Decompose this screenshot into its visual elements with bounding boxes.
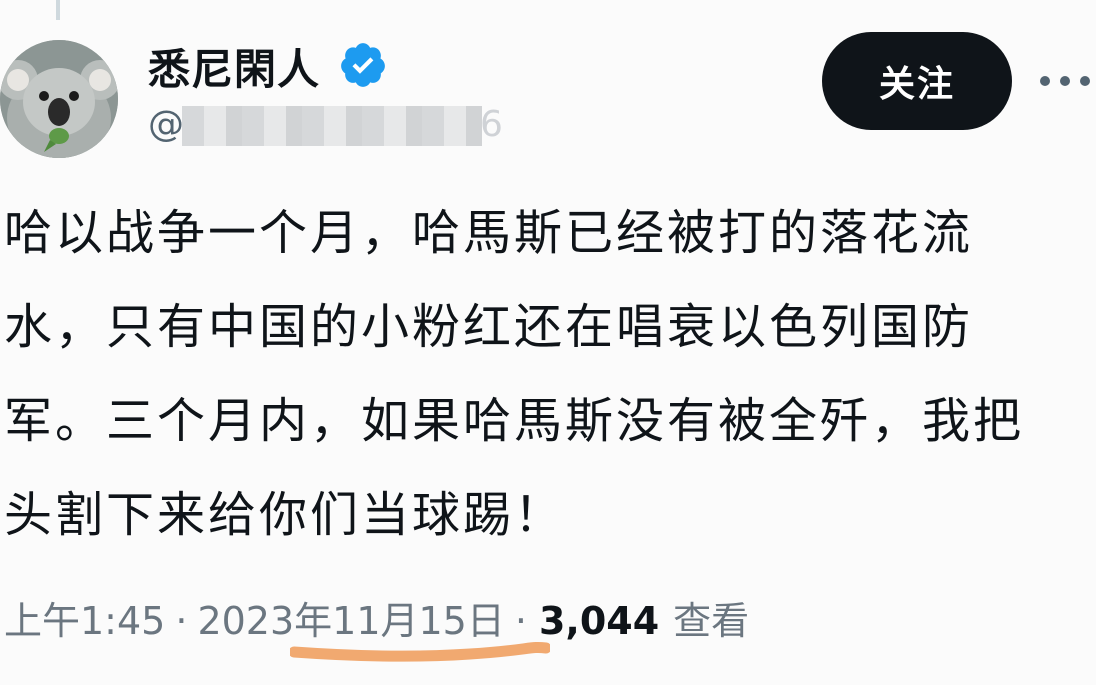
handle-at-sign: @: [148, 104, 184, 145]
tweet-text: 哈以战争一个月，哈馬斯已经被打的落花流 水，只有中国的小粉红还在唱衰以色列国防 …: [4, 186, 1084, 562]
highlight-underline-annotation: [290, 641, 550, 662]
ellipsis-dot: [1040, 76, 1050, 86]
meta-separator: ·: [175, 599, 188, 643]
more-options-ellipsis-icon[interactable]: [1040, 70, 1090, 92]
post-time[interactable]: 上午1:45: [4, 590, 165, 645]
tweet-text-line: 哈以战争一个月，哈馬斯已经被打的落花流: [4, 205, 974, 261]
follow-button[interactable]: 关注: [822, 32, 1012, 130]
tweet-text-line: 军。三个月内，如果哈馬斯没有被全歼，我把: [4, 393, 1025, 449]
ellipsis-dot: [1060, 76, 1070, 86]
avatar[interactable]: [0, 40, 118, 158]
handle-visible-tail: 6: [480, 104, 503, 145]
views-count[interactable]: 3,044: [539, 599, 659, 643]
handle-redaction-blur: [182, 106, 482, 146]
views-label[interactable]: 查看: [673, 590, 749, 645]
tweet-screenshot: 悉尼閑人 @ 6 关注 哈以战争一个月，哈馬斯已经被打的落花流 水，只有中国的小…: [0, 0, 1096, 685]
tweet-text-line: 头割下来给你们当球踢！: [4, 487, 566, 543]
thread-connector-line: [56, 0, 60, 20]
tweet-text-line: 水，只有中国的小粉红还在唱衰以色列国防: [4, 299, 974, 355]
display-name[interactable]: 悉尼閑人: [148, 36, 320, 97]
user-handle[interactable]: @: [148, 104, 184, 145]
koala-avatar-image: [0, 40, 118, 158]
ellipsis-dot: [1080, 76, 1090, 86]
verified-badge-icon: [341, 43, 385, 87]
